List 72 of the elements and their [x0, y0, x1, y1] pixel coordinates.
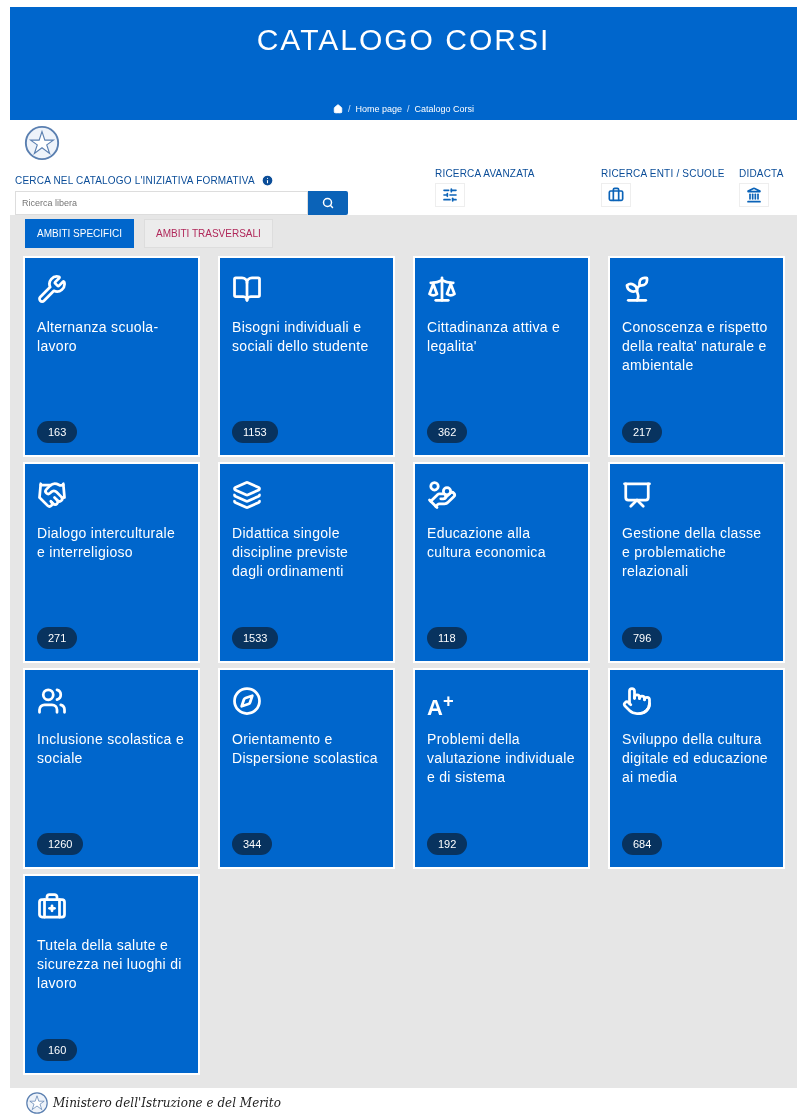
- book-icon: [232, 274, 262, 304]
- course-count: 796: [622, 627, 663, 649]
- landmark-icon[interactable]: [739, 183, 769, 207]
- page-title: CATALOGO CORSI: [256, 23, 551, 57]
- category-title: Problemi della valutazione individuale e di sistema: [427, 730, 576, 787]
- course-count: 1260: [37, 833, 84, 855]
- category-card[interactable]: Gestione della classe e problematiche relazionali 796: [610, 464, 783, 661]
- category-card[interactable]: Conoscenza e rispetto della realta' naturale e ambientale 217: [610, 258, 783, 455]
- search-field[interactable]: Ricerca libera: [15, 191, 308, 215]
- category-card[interactable]: A$^{+}$ Problemi della valutazione individuale e di sistema 192: [415, 670, 588, 867]
- category-title: Gestione della classe e problematiche relazionali: [622, 524, 763, 581]
- course-count: 362: [427, 421, 468, 443]
- category-card[interactable]: Sviluppo della cultura digitale ed educazione ai media 684: [610, 670, 783, 867]
- layers-icon: [232, 480, 262, 510]
- category-card[interactable]: Bisogni individuali e sociali dello studente 1153: [220, 258, 393, 455]
- category-title: Sviluppo della cultura digitale ed educazione ai media: [622, 730, 769, 787]
- category-title: Conoscenza e rispetto della realta' naturale e ambientale: [622, 318, 769, 375]
- category-card[interactable]: Dialogo interculturale e interreligioso 271: [25, 464, 198, 661]
- search-label: CERCA NEL CATALOGO L'INIZIATIVA FORMATIVA: [15, 175, 255, 186]
- course-count: 1533: [232, 627, 279, 649]
- category-card[interactable]: Didattica singole discipline previste dagli ordinamenti 1533: [220, 464, 393, 661]
- tab[interactable]: AMBITI SPECIFICI: [25, 219, 134, 248]
- course-count: 1153: [232, 421, 278, 443]
- emblem-icon: [23, 124, 61, 162]
- breadcrumb-link[interactable]: Home page: [355, 104, 402, 114]
- category-card[interactable]: Orientamento e Dispersione scolastica 344: [220, 670, 393, 867]
- search-button[interactable]: [308, 191, 348, 215]
- search-link[interactable]: RICERCA ENTI / SCUOLE: [601, 168, 739, 179]
- search-link[interactable]: DIDACTA: [739, 168, 797, 179]
- category-card[interactable]: Educazione alla cultura economica 118: [415, 464, 588, 661]
- course-count: 160: [37, 1039, 78, 1061]
- course-count: 684: [622, 833, 663, 855]
- search-link[interactable]: RICERCA AVANZATA: [435, 168, 601, 179]
- tools-icon: [37, 274, 67, 304]
- hand-coins-icon: [427, 480, 457, 510]
- category-title: Didattica singole discipline previste dagli ordinamenti: [232, 524, 350, 581]
- category-card[interactable]: Alternanza scuola-lavoro 163: [25, 258, 198, 455]
- search-icon: [322, 197, 334, 209]
- category-title: Cittadinanza attiva e legalita': [427, 318, 562, 356]
- breadcrumb-separator: /: [407, 104, 410, 114]
- course-count: 118: [427, 627, 467, 649]
- category-title: Dialogo interculturale e interreligioso: [37, 524, 177, 562]
- presentation-icon: [622, 480, 652, 510]
- course-count: 344: [232, 833, 273, 855]
- pointer-icon: [622, 686, 652, 716]
- compass-icon: [232, 686, 262, 716]
- handshake-icon: [37, 480, 67, 510]
- course-count: 163: [37, 421, 78, 443]
- category-title: Educazione alla cultura economica: [427, 524, 547, 562]
- category-title: Orientamento e Dispersione scolastica: [232, 730, 379, 768]
- footer-ministry-name: Ministero dell'Istruzione e del Merito: [53, 1095, 281, 1110]
- tab[interactable]: AMBITI TRASVERSALI: [144, 219, 273, 248]
- info-icon[interactable]: [260, 174, 274, 187]
- course-count: 217: [622, 421, 663, 443]
- category-card[interactable]: Inclusione scolastica e sociale 1260: [25, 670, 198, 867]
- category-title: Inclusione scolastica e sociale: [37, 730, 185, 768]
- emblem-icon: [25, 1090, 49, 1115]
- course-count: 271: [37, 627, 78, 649]
- users-icon: [37, 686, 67, 716]
- scales-icon: [427, 274, 457, 304]
- grade-mark: A$^{+}$: [427, 689, 455, 716]
- category-title: Tutela della salute e sicurezza nei luoghi di lavoro: [37, 936, 183, 993]
- category-title: Bisogni individuali e sociali dello studente: [232, 318, 370, 356]
- breadcrumb-link[interactable]: Catalogo Corsi: [414, 104, 475, 114]
- home-icon[interactable]: [332, 104, 343, 114]
- category-card[interactable]: Tutela della salute e sicurezza nei luoghi di lavoro 160: [25, 876, 198, 1073]
- category-title: Alternanza scuola-lavoro: [37, 318, 160, 356]
- category-card[interactable]: Cittadinanza attiva e legalita' 362: [415, 258, 588, 455]
- sliders-icon[interactable]: [435, 183, 465, 207]
- course-count: 192: [427, 833, 468, 855]
- briefcase-icon[interactable]: [601, 183, 631, 207]
- breadcrumb-separator: /: [347, 104, 351, 114]
